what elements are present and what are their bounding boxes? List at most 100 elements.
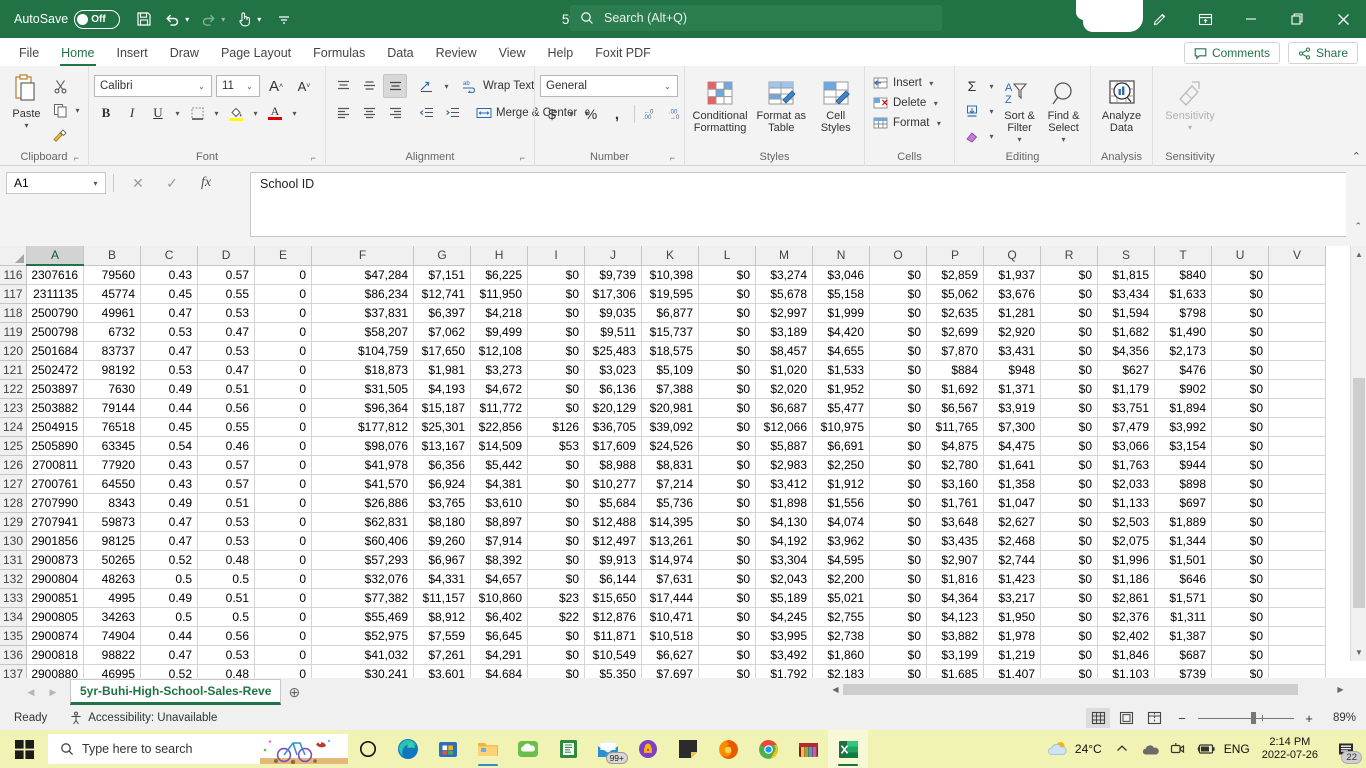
- zoom-in-button[interactable]: +: [1298, 711, 1320, 726]
- alignment-dialog-launcher[interactable]: ⌐: [520, 152, 525, 165]
- cell-Q132[interactable]: $1,423: [983, 569, 1042, 589]
- cell-F131[interactable]: $57,293: [311, 550, 415, 570]
- cell-N116[interactable]: $3,046: [812, 265, 871, 285]
- cell-F119[interactable]: $58,207: [311, 322, 415, 342]
- google-chrome-icon[interactable]: [748, 730, 788, 768]
- cell-K136[interactable]: $6,627: [641, 645, 700, 665]
- delete-dropdown-caret[interactable]: ▾: [930, 99, 941, 108]
- cell-J121[interactable]: $3,023: [584, 360, 643, 380]
- column-header-i[interactable]: I: [527, 246, 586, 266]
- cell-C134[interactable]: 0.5: [140, 607, 199, 627]
- row-header-129[interactable]: 129: [0, 512, 28, 532]
- name-box[interactable]: A1 ▾: [6, 172, 106, 194]
- cell-F117[interactable]: $86,234: [311, 284, 415, 304]
- cell-Q122[interactable]: $1,371: [983, 379, 1042, 399]
- cell-D125[interactable]: 0.46: [197, 436, 256, 456]
- cell-U128[interactable]: $0: [1211, 493, 1270, 513]
- cell-G118[interactable]: $6,397: [413, 303, 472, 323]
- cell-Q133[interactable]: $3,217: [983, 588, 1042, 608]
- cell-B127[interactable]: 64550: [83, 474, 142, 494]
- sticky-notes-icon[interactable]: [668, 730, 708, 768]
- cell-L125[interactable]: $0: [698, 436, 757, 456]
- cell-S127[interactable]: $2,033: [1097, 474, 1156, 494]
- cell-R135[interactable]: $0: [1040, 626, 1099, 646]
- increase-font-size-icon[interactable]: A ˄: [264, 74, 288, 98]
- cell-G127[interactable]: $6,924: [413, 474, 472, 494]
- cell-F118[interactable]: $37,831: [311, 303, 415, 323]
- cell-N133[interactable]: $5,021: [812, 588, 871, 608]
- onedrive-tray-icon[interactable]: [1136, 730, 1164, 768]
- cell-V125[interactable]: [1268, 436, 1327, 456]
- cell-T133[interactable]: $1,571: [1154, 588, 1213, 608]
- borders-dropdown-caret[interactable]: ▾: [211, 109, 222, 118]
- cell-D132[interactable]: 0.5: [197, 569, 256, 589]
- cell-O122[interactable]: $0: [869, 379, 928, 399]
- cell-R126[interactable]: $0: [1040, 455, 1099, 475]
- cell-J117[interactable]: $17,306: [584, 284, 643, 304]
- cell-V116[interactable]: [1268, 265, 1327, 285]
- cell-Q119[interactable]: $2,920: [983, 322, 1042, 342]
- cell-C132[interactable]: 0.5: [140, 569, 199, 589]
- cell-P117[interactable]: $5,062: [926, 284, 985, 304]
- cell-K122[interactable]: $7,388: [641, 379, 700, 399]
- cell-E130[interactable]: 0: [254, 531, 313, 551]
- format-dropdown-caret[interactable]: ▾: [933, 119, 944, 128]
- sheet-tab-active[interactable]: 5yr-Buhi-High-School-Sales-Reve: [70, 679, 282, 705]
- cell-U130[interactable]: $0: [1211, 531, 1270, 551]
- cell-U117[interactable]: $0: [1211, 284, 1270, 304]
- cell-U132[interactable]: $0: [1211, 569, 1270, 589]
- cell-P123[interactable]: $6,567: [926, 398, 985, 418]
- cell-M124[interactable]: $12,066: [755, 417, 814, 437]
- cell-H119[interactable]: $9,499: [470, 322, 529, 342]
- cell-S120[interactable]: $4,356: [1097, 341, 1156, 361]
- cell-V117[interactable]: [1268, 284, 1327, 304]
- cell-K126[interactable]: $8,831: [641, 455, 700, 475]
- cell-D136[interactable]: 0.53: [197, 645, 256, 665]
- cell-R119[interactable]: $0: [1040, 322, 1099, 342]
- cell-K118[interactable]: $6,877: [641, 303, 700, 323]
- cell-B135[interactable]: 74904: [83, 626, 142, 646]
- cell-P128[interactable]: $1,761: [926, 493, 985, 513]
- cell-B130[interactable]: 98125: [83, 531, 142, 551]
- cell-V131[interactable]: [1268, 550, 1327, 570]
- cell-V128[interactable]: [1268, 493, 1327, 513]
- scroll-down-arrow[interactable]: ▼: [1351, 644, 1366, 661]
- cell-I126[interactable]: $0: [527, 455, 586, 475]
- cell-M121[interactable]: $1,020: [755, 360, 814, 380]
- cell-Q124[interactable]: $7,300: [983, 417, 1042, 437]
- cell-R124[interactable]: $0: [1040, 417, 1099, 437]
- cell-M132[interactable]: $2,043: [755, 569, 814, 589]
- column-header-a[interactable]: A: [26, 246, 85, 266]
- cell-J136[interactable]: $10,549: [584, 645, 643, 665]
- row-header-124[interactable]: 124: [0, 417, 28, 437]
- normal-view-icon[interactable]: [1086, 708, 1110, 728]
- cell-O118[interactable]: $0: [869, 303, 928, 323]
- accessibility-status[interactable]: Accessibility: Unavailable: [69, 711, 217, 725]
- tab-review[interactable]: Review: [425, 41, 488, 66]
- cell-J128[interactable]: $5,684: [584, 493, 643, 513]
- italic-button[interactable]: I: [120, 101, 144, 125]
- cell-M127[interactable]: $3,412: [755, 474, 814, 494]
- cell-H134[interactable]: $6,402: [470, 607, 529, 627]
- cell-J133[interactable]: $15,650: [584, 588, 643, 608]
- cell-O119[interactable]: $0: [869, 322, 928, 342]
- cell-L121[interactable]: $0: [698, 360, 757, 380]
- wrap-text-button[interactable]: ab Wrap Text: [460, 77, 537, 95]
- cell-C126[interactable]: 0.43: [140, 455, 199, 475]
- cell-H116[interactable]: $6,225: [470, 265, 529, 285]
- cell-R130[interactable]: $0: [1040, 531, 1099, 551]
- insert-cells-button[interactable]: Insert ▾: [870, 74, 940, 92]
- row-header-127[interactable]: 127: [0, 474, 28, 494]
- column-header-v[interactable]: V: [1268, 246, 1327, 266]
- cell-V130[interactable]: [1268, 531, 1327, 551]
- cell-F126[interactable]: $41,978: [311, 455, 415, 475]
- row-header-122[interactable]: 122: [0, 379, 28, 399]
- cell-L119[interactable]: $0: [698, 322, 757, 342]
- cell-L127[interactable]: $0: [698, 474, 757, 494]
- cell-D116[interactable]: 0.57: [197, 265, 256, 285]
- cell-O132[interactable]: $0: [869, 569, 928, 589]
- spreadsheet-grid[interactable]: ABCDEFGHIJKLMNOPQRSTUV 116 2307616 79560 0.…: [0, 246, 1366, 703]
- cell-M117[interactable]: $5,678: [755, 284, 814, 304]
- cell-O116[interactable]: $0: [869, 265, 928, 285]
- cell-I129[interactable]: $0: [527, 512, 586, 532]
